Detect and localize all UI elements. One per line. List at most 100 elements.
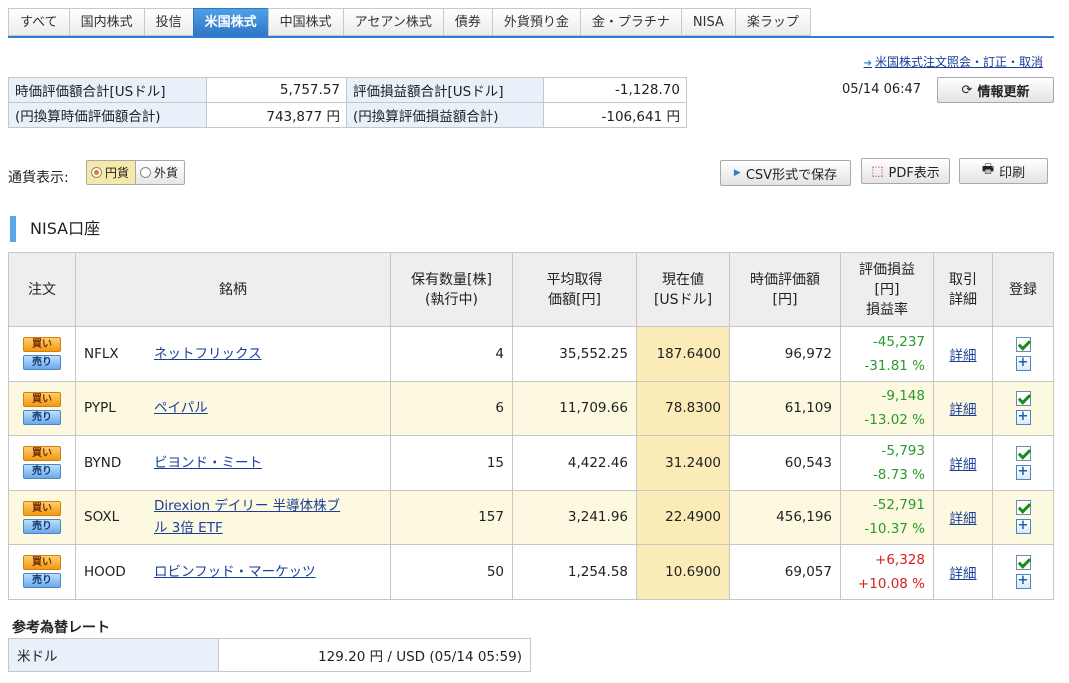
plus-icon[interactable]: + xyxy=(1015,519,1031,535)
register-controls: + xyxy=(1001,445,1045,480)
detail-link[interactable]: 詳細 xyxy=(950,457,977,473)
pl-jpy-label: (円換算評価損益額合計) xyxy=(346,102,544,128)
current-price: 78.8300 xyxy=(636,380,730,436)
register-cell: + xyxy=(992,326,1054,382)
plus-icon[interactable]: + xyxy=(1015,464,1031,480)
currency-option-jpy[interactable]: 円貨 xyxy=(87,161,136,184)
detail-link[interactable]: 詳細 xyxy=(950,566,977,582)
stock-name-link[interactable]: ビヨンド・ミート xyxy=(154,452,262,474)
plus-icon[interactable]: + xyxy=(1015,573,1031,589)
trade-cell: 買い 売り xyxy=(8,435,76,491)
tab-3[interactable]: 米国株式 xyxy=(192,8,268,36)
sell-button[interactable]: 売り xyxy=(23,518,61,534)
summary-table: 時価評価額合計[USドル] 5,757.57 評価損益額合計[USドル] -1,… xyxy=(8,77,687,128)
tab-0[interactable]: すべて xyxy=(8,8,69,36)
table-header-row: 注文 銘柄 保有数量[株] (執行中) 平均取得 価額[円] 現在値 [USドル] 時… xyxy=(8,252,1054,327)
profit-loss-rate: -10.37 % xyxy=(864,521,925,538)
tab-6[interactable]: 債券 xyxy=(442,8,492,36)
trade-buttons: 買い 売り xyxy=(17,337,67,371)
refresh-button[interactable]: ⟳ 情報更新 xyxy=(937,77,1054,103)
fx-row: 米ドル 129.20 円 / USD (05/14 05:59) xyxy=(8,638,531,672)
table-row: 買い 売り NFLX ネットフリックス 4 35,552.25 187.6400 96,972… xyxy=(8,326,1054,382)
trade-cell: 買い 売り xyxy=(8,489,76,545)
tab-4[interactable]: 中国株式 xyxy=(267,8,343,36)
register-cell: + xyxy=(992,435,1054,491)
ticker: SOXL xyxy=(84,509,120,526)
detail-link[interactable]: 詳細 xyxy=(950,511,977,527)
register-checkbox[interactable] xyxy=(1015,554,1031,570)
header-pl-label: 評価損益 xyxy=(859,261,915,278)
plus-icon[interactable]: + xyxy=(1015,410,1031,426)
tab-1[interactable]: 国内株式 xyxy=(68,8,144,36)
tab-9[interactable]: NISA xyxy=(680,8,735,36)
tab-5[interactable]: アセアン株式 xyxy=(342,8,443,36)
register-checkbox[interactable] xyxy=(1015,391,1031,407)
detail-link[interactable]: 詳細 xyxy=(950,402,977,418)
average-cost: 3,241.96 xyxy=(512,489,637,545)
ticker: NFLX xyxy=(84,345,119,362)
profit-loss: -52,791 xyxy=(872,497,925,514)
buy-button[interactable]: 買い xyxy=(23,500,61,516)
register-checkbox[interactable] xyxy=(1015,336,1031,352)
sell-button[interactable]: 売り xyxy=(23,355,61,371)
tab-2[interactable]: 投信 xyxy=(143,8,193,36)
plus-icon[interactable]: + xyxy=(1015,355,1031,371)
buy-button[interactable]: 買い xyxy=(23,446,61,462)
sell-button[interactable]: 売り xyxy=(23,573,61,589)
pdf-view-button[interactable]: ⬚ PDF表示 xyxy=(861,158,950,184)
register-checkbox[interactable] xyxy=(1015,500,1031,516)
current-price: 187.6400 xyxy=(636,326,730,382)
us-order-inquiry-link[interactable]: ➔ 米国株式注文照会・訂正・取消 xyxy=(864,53,1043,70)
stock-name-link[interactable]: Direxion デイリー 半導体株ブル 3倍 ETF xyxy=(154,495,344,539)
tab-7[interactable]: 外貨預り金 xyxy=(491,8,580,36)
trade-buttons: 買い 売り xyxy=(17,555,67,589)
tab-10[interactable]: 楽ラップ xyxy=(734,8,811,36)
buy-button[interactable]: 買い xyxy=(23,337,61,353)
radio-unchecked-icon xyxy=(140,167,152,178)
csv-save-label: CSV形式で保存 xyxy=(745,167,838,183)
buy-button[interactable]: 買い xyxy=(23,391,61,407)
register-cell: + xyxy=(992,380,1054,436)
fx-table: 米ドル 129.20 円 / USD (05/14 05:59) xyxy=(8,638,531,672)
market-value-usd: 5,757.57 xyxy=(206,77,347,103)
csv-save-button[interactable]: ▶ CSV形式で保存 xyxy=(720,160,851,186)
market-value: 96,972 xyxy=(729,326,841,382)
ticker: BYND xyxy=(84,454,122,471)
table-row: 買い 売り PYPL ペイパル 6 11,709.66 78.8300 61,109 -9,14… xyxy=(8,380,1054,436)
average-cost: 1,254.58 xyxy=(512,544,637,600)
stock-name-link[interactable]: ロビンフッド・マーケッツ xyxy=(154,561,316,583)
currency-option-foreign[interactable]: 外貨 xyxy=(135,161,185,184)
sell-button[interactable]: 売り xyxy=(23,464,61,480)
header-detail: 取引 詳細 xyxy=(933,252,993,327)
profit-loss-cell: -9,148 -13.02 % xyxy=(840,380,934,436)
stock-name-link[interactable]: ペイパル xyxy=(154,397,208,419)
detail-cell: 詳細 xyxy=(933,380,993,436)
header-order-label: 注文 xyxy=(28,281,56,298)
trade-cell: 買い 売り xyxy=(8,326,76,382)
pdf-view-label: PDF表示 xyxy=(888,165,940,181)
header-avg: 平均取得 価額[円] xyxy=(512,252,637,327)
order-link-label: 米国株式注文照会・訂正・取消 xyxy=(874,55,1043,69)
average-cost: 11,709.66 xyxy=(512,380,637,436)
quantity: 157 xyxy=(390,489,513,545)
quantity: 15 xyxy=(390,435,513,491)
header-register-label: 登録 xyxy=(1009,281,1037,298)
trade-cell: 買い 売り xyxy=(8,380,76,436)
sell-button[interactable]: 売り xyxy=(23,409,61,425)
header-register: 登録 xyxy=(992,252,1054,327)
register-checkbox[interactable] xyxy=(1015,445,1031,461)
buy-button[interactable]: 買い xyxy=(23,555,61,571)
tab-8[interactable]: 金・プラチナ xyxy=(579,8,681,36)
profit-loss-cell: -5,793 -8.73 % xyxy=(840,435,934,491)
detail-link[interactable]: 詳細 xyxy=(950,348,977,364)
print-button[interactable]: 🖶 印刷 xyxy=(959,158,1048,184)
profit-loss-rate: -8.73 % xyxy=(872,466,925,483)
table-row: 買い 売り BYND ビヨンド・ミート 15 4,422.46 31.2400 60,543-… xyxy=(8,435,1054,491)
profit-loss-cell: -45,237 -31.81 % xyxy=(840,326,934,382)
profit-loss: +6,328 xyxy=(875,551,925,568)
stock-name-link[interactable]: ネットフリックス xyxy=(154,343,262,365)
ticker: PYPL xyxy=(84,400,116,417)
profit-loss-rate: +10.08 % xyxy=(857,575,925,592)
market-value-jpy-label: (円換算時価評価額合計) xyxy=(8,102,207,128)
profit-loss: -9,148 xyxy=(881,388,925,405)
